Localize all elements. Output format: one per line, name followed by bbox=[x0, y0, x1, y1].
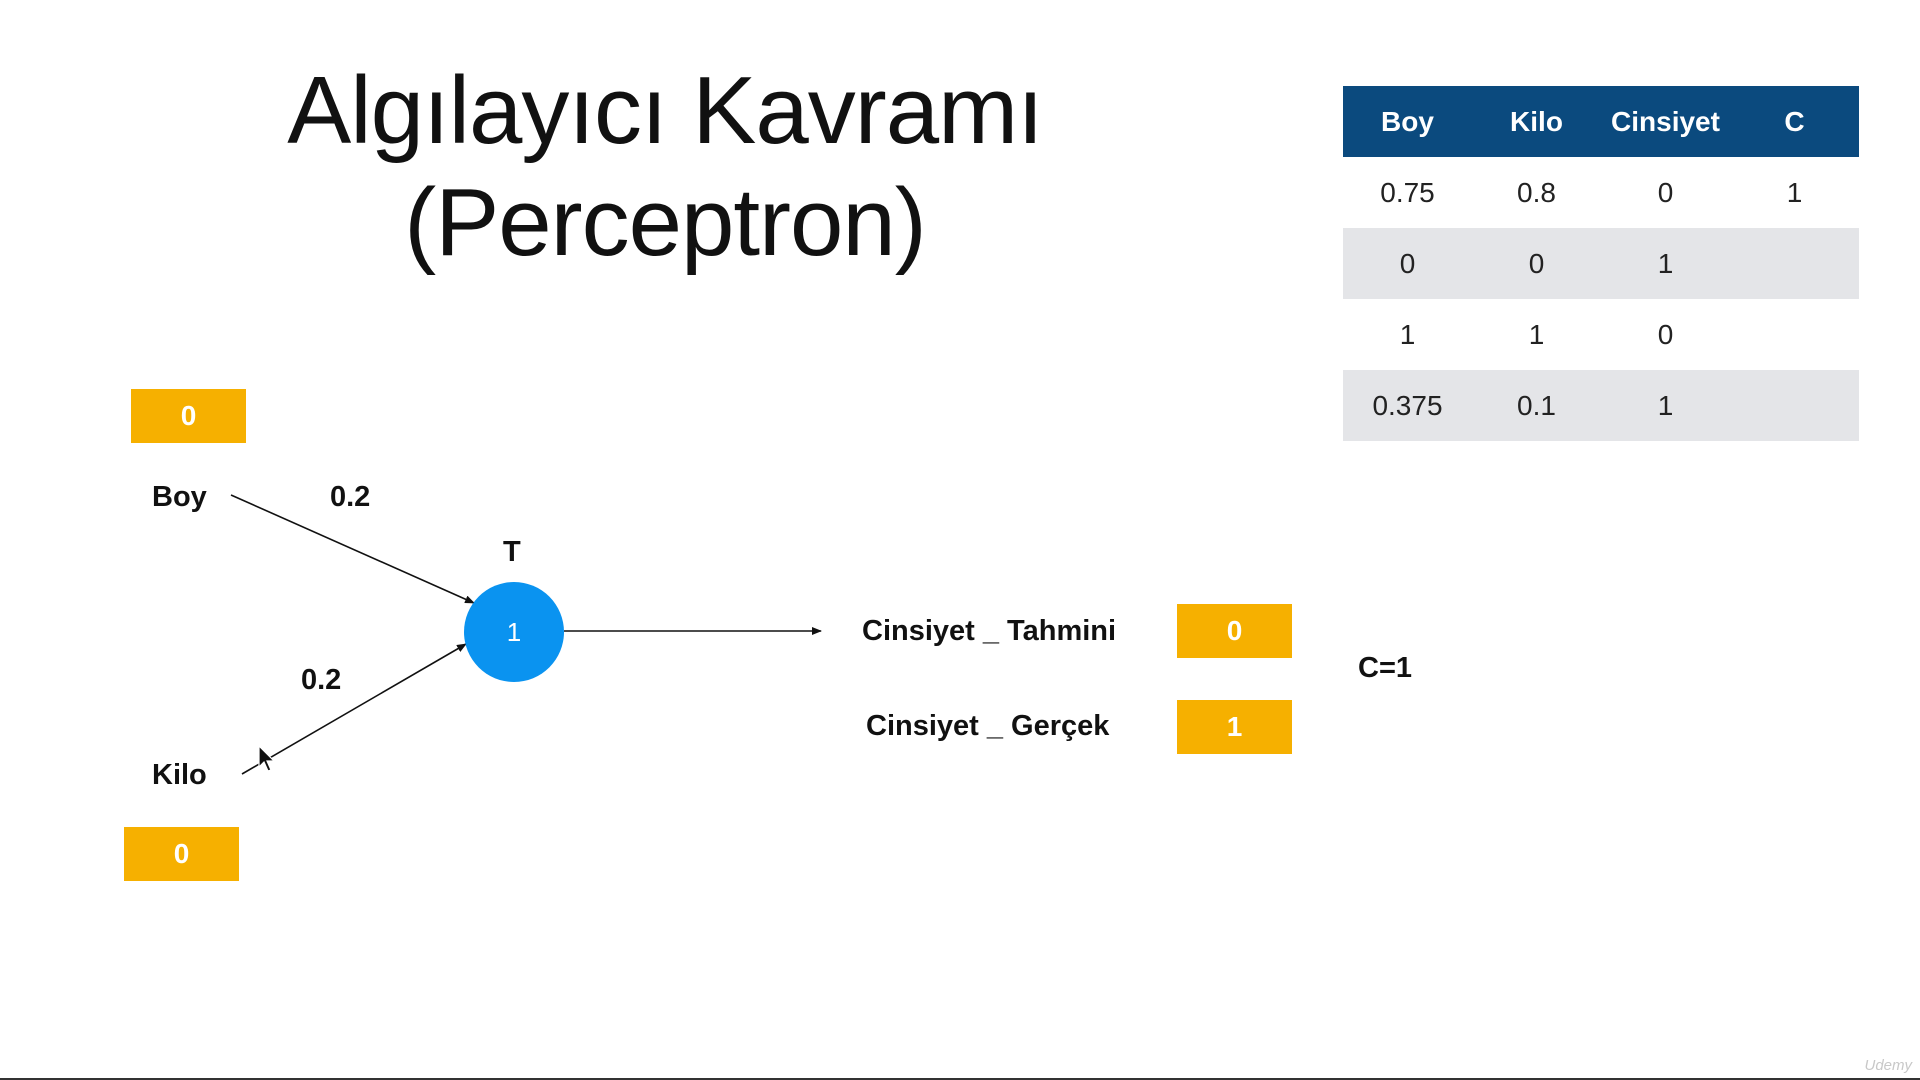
prediction-label: Cinsiyet _ Tahmini bbox=[862, 615, 1117, 647]
kilo-label: Kilo bbox=[152, 759, 207, 791]
boy-weight: 0.2 bbox=[330, 481, 371, 513]
mouse-cursor-icon bbox=[258, 745, 276, 772]
actual-value-box: 1 bbox=[1177, 700, 1292, 754]
boy-value-box: 0 bbox=[131, 389, 246, 443]
actual-label: Cinsiyet _ Gerçek bbox=[866, 710, 1110, 742]
connection-arrows bbox=[230, 494, 822, 775]
threshold-label: T bbox=[503, 536, 521, 568]
prediction-value-box: 0 bbox=[1177, 604, 1292, 658]
watermark: Udemy bbox=[1864, 1057, 1912, 1074]
perceptron-neuron: 1 bbox=[464, 582, 564, 682]
c-note: C=1 bbox=[1358, 652, 1413, 684]
boy-label: Boy bbox=[152, 481, 207, 513]
kilo-value-box: 0 bbox=[124, 827, 239, 881]
kilo-weight: 0.2 bbox=[301, 664, 342, 696]
